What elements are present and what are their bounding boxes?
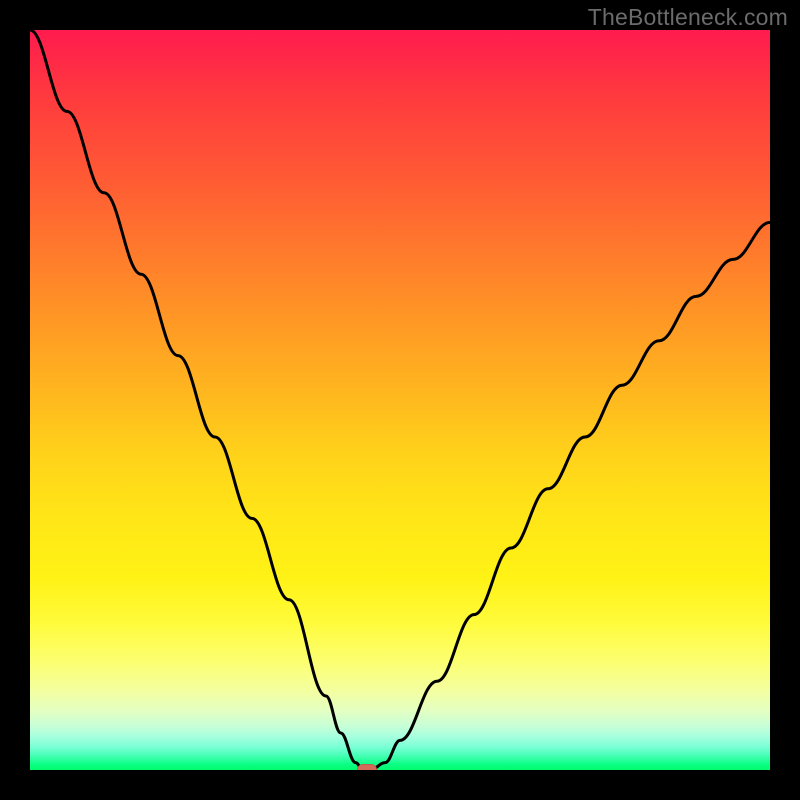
optimal-point-marker: [357, 764, 377, 770]
curve-svg: [30, 30, 770, 770]
watermark-text: TheBottleneck.com: [588, 4, 788, 31]
bottleneck-curve-path: [30, 30, 770, 770]
plot-area: [30, 30, 770, 770]
chart-frame: TheBottleneck.com: [0, 0, 800, 800]
